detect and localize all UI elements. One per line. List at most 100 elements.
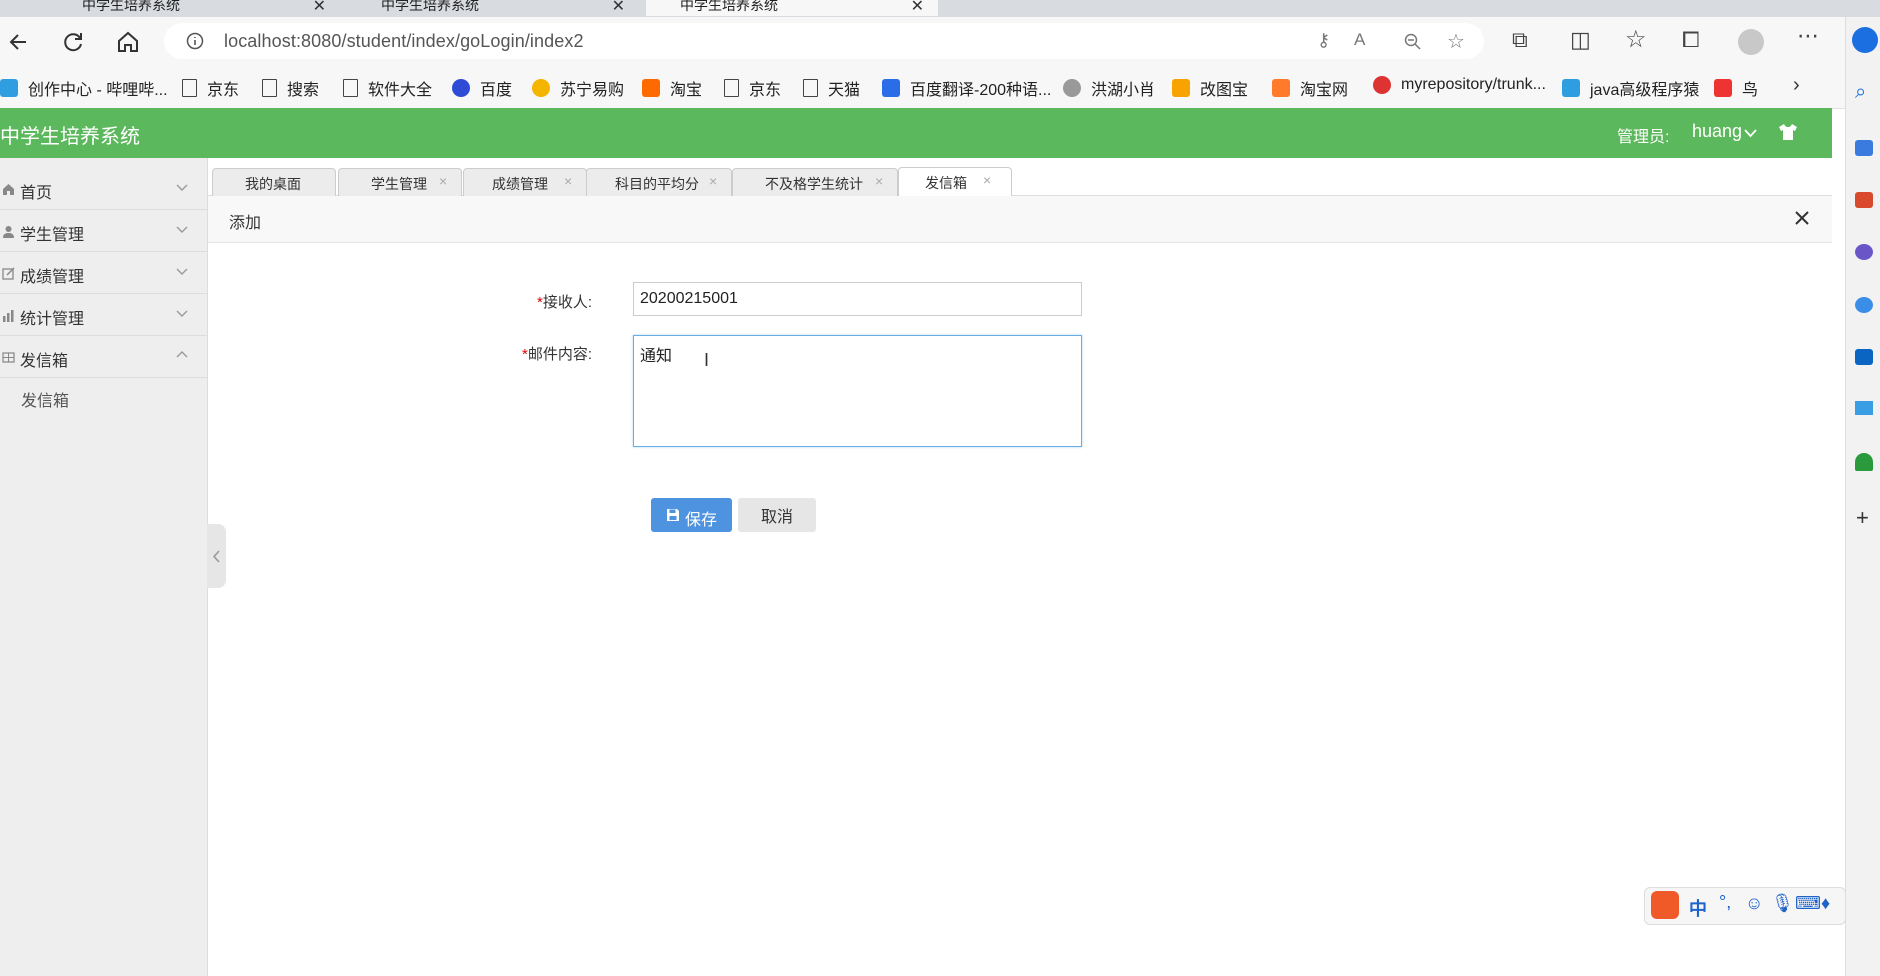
bookmark-item[interactable]: myrepository/trunk... [1373, 76, 1546, 94]
close-icon[interactable]: ✕ [313, 0, 326, 16]
bookmark-item[interactable]: 京东 [182, 76, 239, 100]
sidebar-item-grades[interactable]: 成绩管理 [0, 252, 207, 294]
close-icon[interactable]: × [983, 172, 991, 188]
sidebar-item-outbox[interactable]: 发信箱 [0, 336, 207, 378]
browser-tab-3[interactable]: 中学生培养系统 ✕ [646, 0, 938, 16]
office-icon[interactable] [1855, 297, 1873, 313]
browser-tab-2[interactable]: 中学生培养系统 ✕ [347, 0, 639, 16]
back-icon[interactable] [6, 29, 32, 55]
outlook-icon[interactable] [1855, 349, 1873, 365]
close-icon[interactable] [1793, 209, 1811, 227]
bookmark-item[interactable]: 淘宝 [642, 76, 702, 100]
collections-icon[interactable]: ⧠ [1682, 27, 1700, 53]
sidebar-collapse-handle[interactable] [207, 524, 226, 588]
chrome-icon [1373, 76, 1391, 94]
bookmark-label: myrepository/trunk... [1401, 76, 1546, 93]
bookmark-item[interactable]: 软件大全 [343, 76, 432, 100]
keyboard-icon[interactable]: ⌨ [1795, 893, 1821, 914]
close-icon[interactable]: × [875, 173, 883, 189]
bookmark-label: 鸟 [1742, 82, 1759, 99]
user-icon [3, 226, 14, 238]
favorite-add-icon[interactable]: ☆ [1447, 29, 1465, 54]
skin-icon[interactable]: ♦ [1821, 893, 1830, 914]
recipient-input[interactable] [633, 282, 1082, 316]
key-icon[interactable]: ⚷ [1317, 30, 1330, 51]
edit-icon [2, 267, 15, 280]
bookmark-item[interactable]: 洪湖小肖 [1063, 76, 1155, 100]
tree-icon[interactable] [1855, 453, 1873, 471]
bookmark-item[interactable]: 苏宁易购 [532, 76, 624, 100]
refresh-icon[interactable] [60, 29, 86, 55]
info-icon[interactable] [186, 32, 204, 50]
bookmark-item[interactable]: 鸟 [1714, 76, 1758, 100]
bookmarks-bar: 创作中心 - 哔哩哔... 京东 搜索 软件大全 百度 苏宁易购 淘宝 京东 天… [0, 68, 1845, 109]
close-icon[interactable]: × [709, 173, 717, 189]
close-icon[interactable]: × [439, 173, 447, 189]
tab-desktop[interactable]: 我的桌面 [212, 168, 336, 196]
zoom-out-icon[interactable] [1404, 33, 1422, 51]
tab-failing-students[interactable]: 不及格学生统计 × [732, 168, 898, 196]
chevron-down-icon[interactable] [1744, 129, 1757, 138]
close-icon[interactable]: ✕ [911, 0, 924, 16]
more-icon[interactable]: ⋯ [1797, 23, 1819, 49]
tab-label: 学生管理 [371, 176, 427, 192]
search-icon[interactable]: ⌕ [1855, 81, 1866, 104]
profile-avatar[interactable] [1738, 29, 1764, 55]
bookmark-item[interactable]: 天猫 [803, 76, 860, 100]
punctuation-icon[interactable]: °, [1719, 892, 1731, 913]
sidebar-item-home[interactable]: 首页 [0, 168, 207, 210]
gaitubao-icon [1172, 79, 1190, 97]
sidebar-item-statistics[interactable]: 统计管理 [0, 294, 207, 336]
games-icon[interactable] [1855, 244, 1873, 260]
microphone-icon[interactable]: 🎙 [1771, 893, 1794, 914]
mail-content-textarea[interactable]: 通知 [633, 335, 1082, 447]
grid-icon [2, 352, 15, 363]
read-aloud-icon[interactable]: A [1354, 30, 1365, 50]
bookmark-item[interactable]: 搜索 [262, 76, 319, 100]
sogou-icon[interactable] [1651, 891, 1679, 919]
cancel-button[interactable]: 取消 [738, 498, 816, 532]
app-header: 中学生培养系统 管理员: huang [0, 108, 1832, 158]
chevron-up-icon [176, 351, 188, 358]
bookmark-item[interactable]: 百度翻译-200种语... [882, 76, 1051, 100]
browser-toolbar: localhost:8080/student/index/goLogin/ind… [0, 17, 1880, 68]
sidebar-item-students[interactable]: 学生管理 [0, 210, 207, 252]
text-cursor-icon: I [704, 350, 710, 370]
bird-icon [1063, 79, 1081, 97]
extensions-icon[interactable]: ⧉ [1512, 27, 1528, 53]
ime-mode[interactable]: 中 [1689, 895, 1707, 921]
chevron-right-icon[interactable]: › [1793, 74, 1800, 97]
shirt-icon[interactable] [1778, 123, 1798, 141]
tab-subject-average[interactable]: 科目的平均分 × [586, 168, 732, 196]
close-icon[interactable]: × [564, 173, 572, 189]
emoji-icon[interactable]: ☺ [1745, 893, 1763, 914]
split-screen-icon[interactable]: ◫ [1570, 27, 1591, 53]
bookmark-item[interactable]: 百度 [452, 76, 512, 100]
tab-outbox[interactable]: 发信箱 × [898, 167, 1012, 197]
address-bar[interactable]: localhost:8080/student/index/goLogin/ind… [164, 23, 1484, 59]
sidebar-subitem-outbox[interactable]: 发信箱 [21, 387, 69, 411]
bookmark-item[interactable]: 创作中心 - 哔哩哔... [0, 76, 168, 100]
tag-icon[interactable] [1855, 140, 1873, 156]
add-icon[interactable]: + [1856, 505, 1869, 531]
bookmark-item[interactable]: 京东 [724, 76, 781, 100]
bookmark-item[interactable]: java高级程序猿 [1562, 76, 1699, 100]
favorites-icon[interactable]: ☆ [1625, 25, 1647, 54]
tab-grades[interactable]: 成绩管理 × [463, 168, 587, 196]
tab-students[interactable]: 学生管理 × [338, 168, 462, 196]
bing-icon[interactable] [1852, 27, 1878, 53]
home-icon[interactable] [115, 29, 141, 55]
recipient-label-text: 接收人: [542, 294, 592, 311]
toolbox-icon[interactable] [1855, 192, 1873, 208]
close-icon[interactable]: ✕ [612, 0, 625, 16]
sidebar-item-label: 学生管理 [20, 227, 85, 244]
save-icon [667, 509, 679, 521]
admin-user-menu[interactable]: huang [1692, 121, 1742, 142]
chevron-down-icon [176, 184, 188, 191]
bookmark-item[interactable]: 改图宝 [1172, 76, 1248, 100]
browser-tab-1[interactable]: 中学生培养系统 ✕ [48, 0, 340, 16]
tab-label: 成绩管理 [492, 176, 548, 192]
send-icon[interactable] [1855, 401, 1873, 415]
bookmark-item[interactable]: 淘宝网 [1272, 76, 1348, 100]
save-button[interactable]: 保存 [651, 498, 732, 532]
